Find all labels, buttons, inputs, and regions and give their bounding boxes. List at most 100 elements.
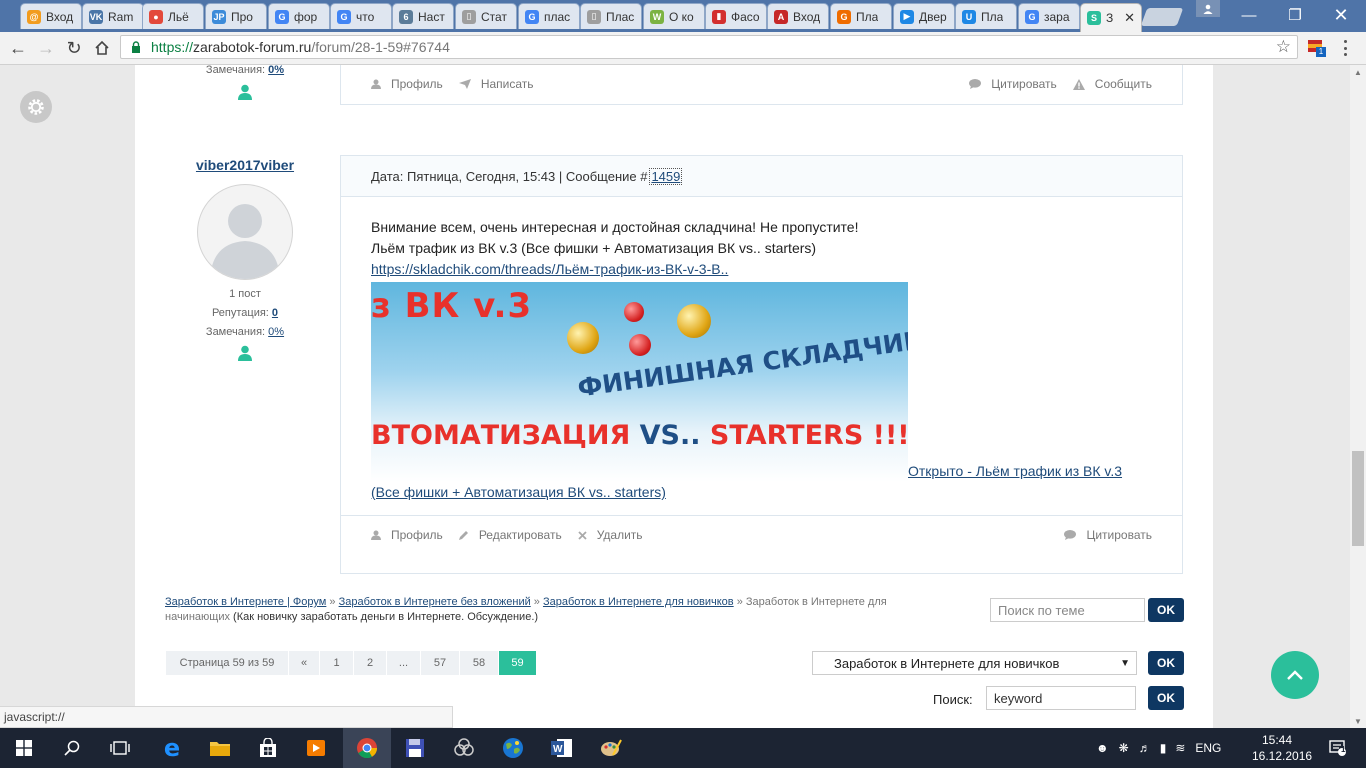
search-input[interactable]: keyword	[986, 686, 1136, 710]
topic-search-ok-button[interactable]: OK	[1148, 598, 1184, 622]
back-button[interactable]: ←	[6, 36, 30, 60]
banner-text: з ВК v.3	[371, 286, 533, 326]
delete-button[interactable]: Удалить	[578, 528, 643, 542]
taskbar-edge[interactable]: e	[148, 728, 196, 768]
forum-jump-select[interactable]: Заработок в Интернете для новичков ▼	[812, 651, 1137, 675]
taskbar-floppy-app[interactable]	[391, 728, 439, 768]
current-page: 59	[499, 651, 537, 675]
tab-title: зара	[1044, 9, 1070, 24]
browser-tab[interactable]: Gчто	[330, 3, 392, 29]
report-button[interactable]: Сообщить	[1072, 77, 1152, 91]
browser-tab[interactable]: W О ко	[643, 3, 705, 29]
browser-tab[interactable]: @ Вход	[20, 3, 82, 29]
edit-button[interactable]: Редактировать	[458, 528, 562, 542]
reputation-value[interactable]: 0	[272, 307, 278, 319]
tray-app-icon[interactable]: ❋	[1119, 741, 1129, 755]
page-link[interactable]: ...	[387, 651, 421, 675]
maximize-icon[interactable]: ❐	[1272, 0, 1318, 30]
settings-button[interactable]	[20, 91, 52, 123]
taskbar-paint[interactable]	[587, 728, 635, 768]
page-link[interactable]: 2	[354, 651, 387, 675]
taskbar-clock[interactable]: 15:44 16.12.2016	[1252, 732, 1312, 764]
quote-button[interactable]: Цитировать	[969, 77, 1057, 91]
forum-jump-ok-button[interactable]: OK	[1148, 651, 1184, 675]
promo-banner-image[interactable]: з ВК v.3 ФИНИШНАЯ СКЛАДЧИНА ВТОМАТИЗАЦИЯ…	[371, 282, 908, 482]
taskbar-chrome[interactable]	[343, 728, 391, 768]
browser-tab[interactable]: S З ✕	[1080, 3, 1142, 32]
breadcrumb-link[interactable]: Заработок в Интернете без вложений	[339, 596, 531, 608]
tab-close-icon[interactable]: ✕	[1120, 10, 1135, 26]
language-indicator[interactable]: ENG	[1195, 741, 1221, 755]
breadcrumb-link[interactable]: Заработок в Интернете | Форум	[165, 596, 326, 608]
search-ok-button[interactable]: OK	[1148, 686, 1184, 710]
taskbar-network-app[interactable]	[440, 728, 488, 768]
browser-tab[interactable]: 6 Наст	[392, 3, 454, 29]
browser-tab[interactable]: G Пла	[830, 3, 892, 29]
page-link[interactable]: 58	[460, 651, 499, 675]
browser-tab[interactable]: Gзара	[1018, 3, 1080, 29]
browser-tab[interactable]: ▯ Стат	[455, 3, 517, 29]
open-thread-link-cont[interactable]: (Все фишки + Автоматизация ВК vs.. start…	[371, 484, 666, 500]
taskbar-globe-app[interactable]	[489, 728, 537, 768]
scrollbar-thumb[interactable]	[1352, 451, 1364, 546]
browser-tab[interactable]: U Пла	[955, 3, 1017, 29]
people-icon[interactable]: ☻	[1096, 741, 1109, 755]
forward-button[interactable]: →	[34, 36, 58, 60]
ornament-icon	[677, 304, 711, 338]
browser-tab[interactable]: JP Про	[205, 3, 267, 29]
page-link[interactable]: 57	[421, 651, 460, 675]
extension-flag-icon[interactable]: 1	[1308, 40, 1326, 57]
minimize-icon[interactable]: —	[1226, 0, 1272, 30]
new-tab-button[interactable]	[1140, 8, 1184, 26]
browser-tab[interactable]: VK Ram	[82, 3, 144, 29]
close-window-icon[interactable]: ✕	[1318, 0, 1364, 30]
address-bar[interactable]: https://zarabotok-forum.ru/forum/28-1-59…	[120, 35, 1298, 59]
taskbar-media-player[interactable]	[292, 728, 340, 768]
breadcrumb-link[interactable]: Заработок в Интернете для новичков	[543, 596, 734, 608]
profile-button[interactable]: Профиль	[371, 77, 443, 91]
task-view-button[interactable]	[96, 728, 144, 768]
volume-icon[interactable]: ♬	[1139, 741, 1151, 755]
write-button[interactable]: Написать	[458, 77, 534, 91]
reload-button[interactable]: ↻	[62, 36, 86, 60]
scroll-up-arrow-icon[interactable]: ▲	[1350, 65, 1366, 79]
page-viewport: Замечания: 0% Профиль Написать Цитировать С…	[0, 65, 1350, 728]
home-button[interactable]	[90, 36, 114, 60]
quote-button[interactable]: Цитировать	[1064, 528, 1152, 542]
message-number-link[interactable]: 1459	[649, 167, 683, 185]
profile-button[interactable]: Профиль	[371, 528, 443, 542]
skladchik-link[interactable]: https://skladchik.com/threads/Льём-трафи…	[371, 261, 728, 277]
browser-tab[interactable]: ▯ Плас	[580, 3, 642, 29]
browser-tab[interactable]: Gплас	[518, 3, 580, 29]
action-center-button[interactable]: 1	[1322, 728, 1352, 768]
browser-status-bar: javascript://	[0, 706, 453, 728]
browser-tab[interactable]: A Вход	[767, 3, 829, 29]
tab-title: Стат	[481, 9, 507, 24]
scroll-down-arrow-icon[interactable]: ▼	[1350, 714, 1366, 728]
open-thread-link[interactable]: Открыто - Льём трафик из ВК v.3	[908, 463, 1122, 479]
start-button[interactable]	[0, 728, 48, 768]
bookmark-star-icon[interactable]: ☆	[1276, 37, 1291, 57]
browser-tab[interactable]: ▶ Двер	[893, 3, 955, 29]
battery-icon[interactable]: ▮	[1160, 741, 1167, 755]
search-button[interactable]	[48, 728, 96, 768]
taskbar-store[interactable]	[244, 728, 292, 768]
avatar[interactable]	[197, 184, 293, 280]
topic-search-input[interactable]: Поиск по теме	[990, 598, 1145, 622]
username-link[interactable]: viber2017viber	[175, 157, 315, 173]
browser-tab[interactable]: ● Льё	[142, 3, 204, 29]
browser-tab[interactable]: Gфор	[268, 3, 330, 29]
chrome-menu-icon[interactable]	[1340, 40, 1350, 56]
browser-tab[interactable]: ▮ Фасо	[705, 3, 767, 29]
taskbar-explorer[interactable]	[196, 728, 244, 768]
scroll-to-top-button[interactable]	[1271, 651, 1319, 699]
page-scrollbar[interactable]: ▲ ▼	[1350, 65, 1366, 728]
wifi-icon[interactable]: ≋	[1175, 741, 1185, 755]
taskbar-word[interactable]: W	[538, 728, 586, 768]
prev-remarks-value[interactable]: 0%	[268, 65, 284, 76]
remarks-value[interactable]: 0%	[268, 326, 284, 338]
page-link[interactable]: 1	[320, 651, 354, 675]
tab-title: Двер	[919, 9, 947, 24]
user-profile-icon[interactable]	[1196, 0, 1220, 17]
prev-page-button[interactable]: «	[289, 651, 320, 675]
